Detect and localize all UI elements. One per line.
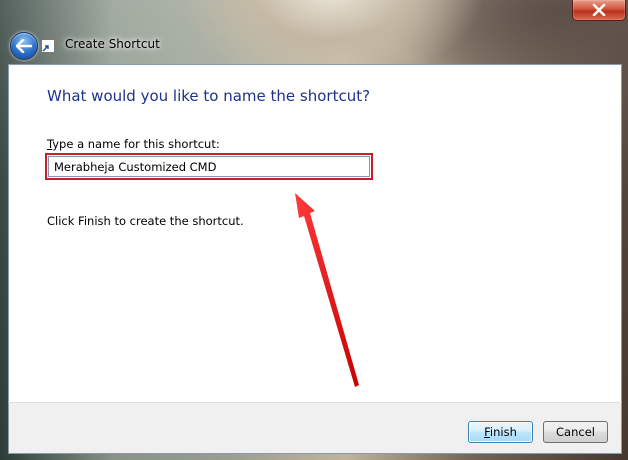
wizard-content: What would you like to name the shortcut… <box>8 64 622 403</box>
name-field-label-text: ype a name for this shortcut: <box>52 137 220 151</box>
wizard-footer: Finish Cancel <box>8 402 622 454</box>
close-button[interactable] <box>572 0 626 21</box>
shortcut-name-input[interactable] <box>48 156 370 177</box>
cancel-button[interactable]: Cancel <box>543 421 608 443</box>
window-title: Create Shortcut <box>65 37 160 51</box>
page-heading: What would you like to name the shortcut… <box>47 87 371 105</box>
back-arrow-icon <box>16 39 32 53</box>
finish-label: inish <box>489 425 517 439</box>
red-arrow-annotation <box>295 193 359 387</box>
finish-button[interactable]: Finish <box>468 421 533 443</box>
close-icon <box>592 4 606 16</box>
back-button[interactable] <box>10 32 38 60</box>
name-field-label: Type a name for this shortcut: <box>47 137 220 151</box>
shortcut-icon <box>41 39 55 53</box>
info-text: Click Finish to create the shortcut. <box>47 214 244 228</box>
